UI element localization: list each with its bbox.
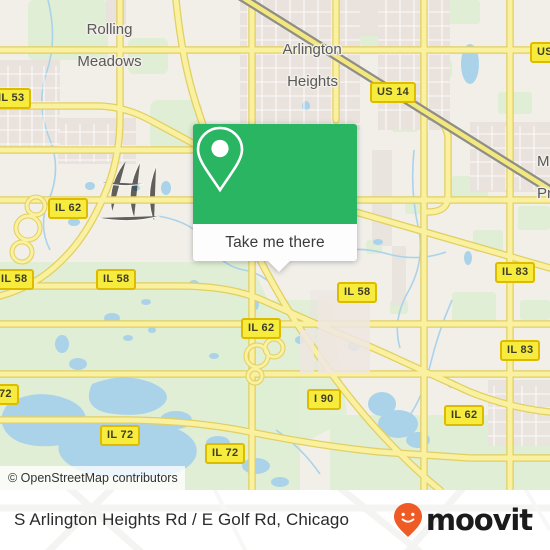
- take-me-there-callout[interactable]: Take me there: [193, 124, 357, 272]
- place-label-mount-prospect: Moun Prospec: [512, 138, 550, 218]
- moovit-smiley-pin-icon: [393, 503, 422, 537]
- road-shield-us-14: US 14: [370, 82, 417, 103]
- road-shield-il-83: IL 83: [495, 262, 536, 283]
- map-canvas[interactable]: Rolling Meadows Arlington Heights Moun P…: [0, 0, 550, 490]
- road-shield-72: 72: [0, 384, 19, 405]
- road-shield-il-53: IL 53: [0, 88, 32, 109]
- place-label-line2: Heights: [287, 73, 338, 90]
- road-shield-us: US: [530, 42, 550, 63]
- location-address: S Arlington Heights Rd / E Golf Rd, Chic…: [14, 510, 350, 529]
- road-shield-il-58: IL 58: [96, 269, 137, 290]
- road-shield-il-58: IL 58: [337, 282, 378, 303]
- place-label-line2: Prospec: [537, 185, 550, 202]
- map-pin-icon: [196, 126, 244, 193]
- road-shield-il-72: IL 72: [100, 425, 141, 446]
- moovit-wordmark: moovit: [425, 502, 533, 537]
- moovit-logo[interactable]: moovit: [393, 502, 533, 538]
- take-me-there-label: Take me there: [225, 233, 325, 251]
- road-shield-il-62: IL 62: [48, 198, 89, 219]
- road-shield-il-62: IL 62: [444, 405, 485, 426]
- place-label-rolling-meadows: Rolling Meadows: [42, 6, 152, 86]
- road-shield-il-58: IL 58: [0, 269, 35, 290]
- road-shield-il-83: IL 83: [500, 340, 541, 361]
- place-label-arlington-heights: Arlington Heights: [240, 26, 360, 106]
- callout-image-area: [193, 124, 357, 224]
- place-label-line1: Arlington: [282, 41, 342, 58]
- callout-action-bar[interactable]: Take me there: [193, 224, 357, 272]
- bottom-info-bar: S Arlington Heights Rd / E Golf Rd, Chic…: [0, 490, 550, 550]
- road-shield-il-62: IL 62: [241, 318, 282, 339]
- callout-tail: [268, 261, 290, 272]
- place-label-line1: Moun: [537, 153, 550, 170]
- map-screenshot: Rolling Meadows Arlington Heights Moun P…: [0, 0, 550, 550]
- place-label-line1: Rolling: [86, 21, 133, 38]
- road-shield-il-72: IL 72: [205, 443, 246, 464]
- map-attribution[interactable]: © OpenStreetMap contributors: [0, 466, 185, 490]
- road-shield-i-90: I 90: [307, 389, 341, 410]
- place-label-line2: Meadows: [77, 53, 142, 70]
